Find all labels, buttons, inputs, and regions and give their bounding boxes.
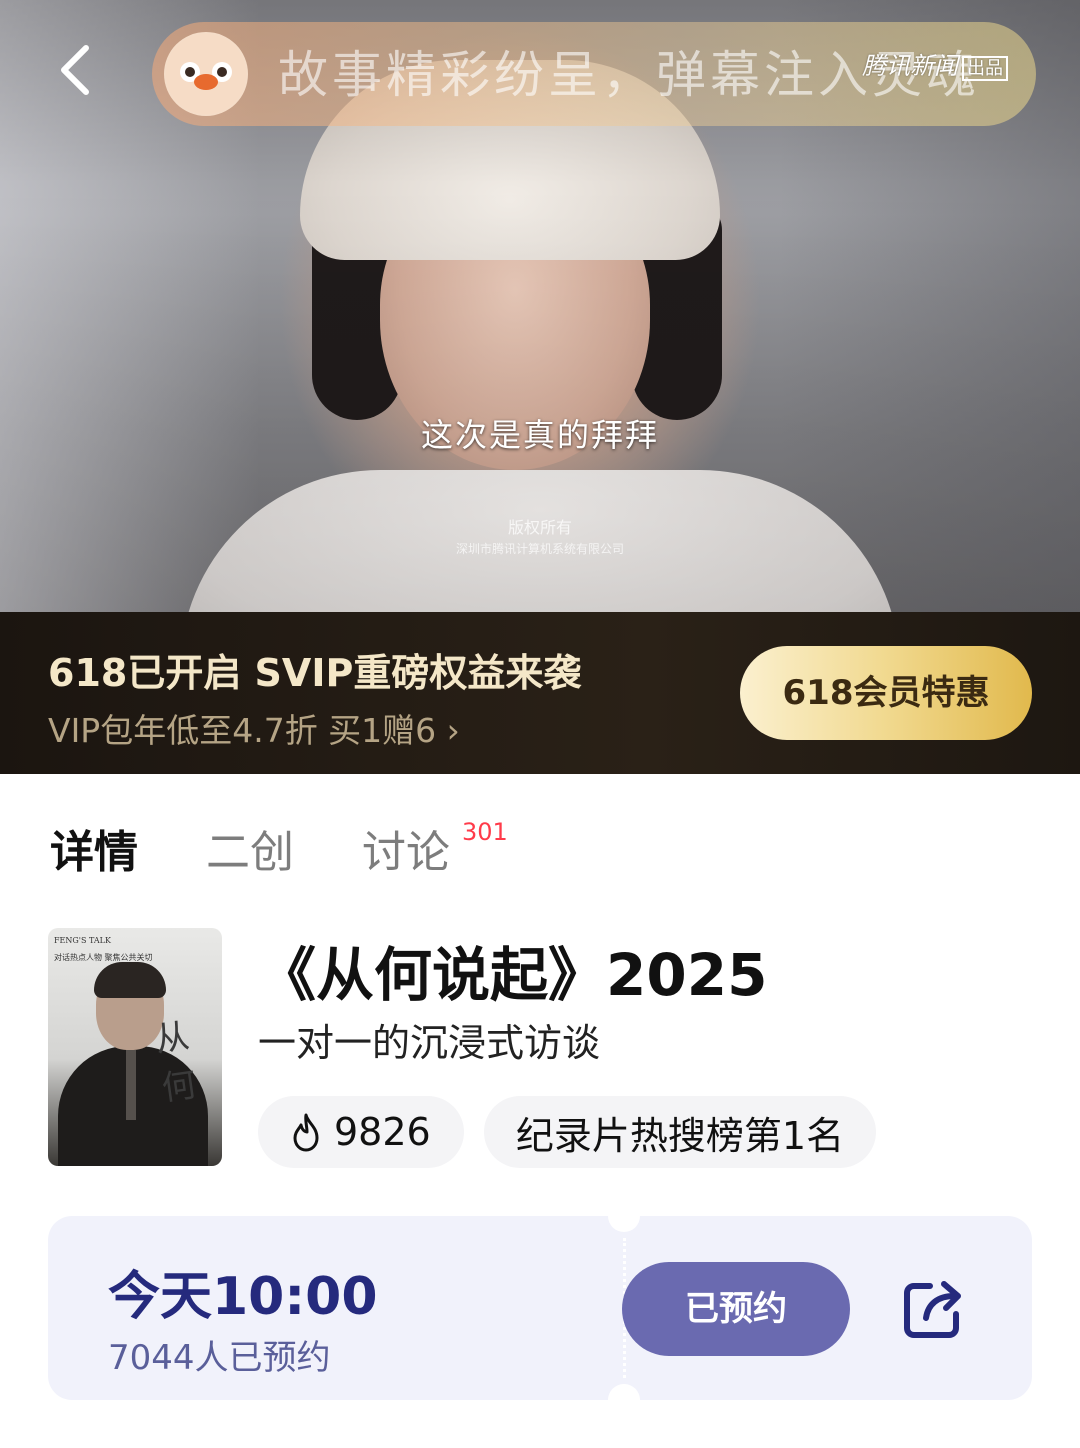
share-icon[interactable] <box>902 1278 966 1340</box>
show-description: 一对一的沉浸式访谈 <box>258 1021 601 1065</box>
reserved-button[interactable]: 已预约 <box>622 1262 850 1356</box>
discussion-count-badge: 301 <box>462 818 508 846</box>
show-poster[interactable]: FENG'S TALK 对话热点人物 聚焦公共关切 从何 <box>48 928 222 1166</box>
brand-badge: 出品 <box>962 56 1008 81</box>
tab-discussion[interactable]: 讨论 <box>362 816 450 880</box>
ticket-notch-top <box>608 1200 640 1232</box>
reservation-count: 7044人已预约 <box>108 1338 331 1378</box>
copyright-watermark: 版权所有 <box>507 518 572 537</box>
ranking-chip[interactable]: 纪录片热搜榜第1名 <box>484 1096 876 1168</box>
heat-chip[interactable]: 9826 <box>258 1096 464 1168</box>
copyright-company: 深圳市腾讯计算机系统有限公司 <box>455 542 624 556</box>
promo-subtitle-link[interactable]: VIP包年低至4.7折 买1赠6 › <box>48 704 460 752</box>
ticket-notch-bottom <box>608 1384 640 1416</box>
danmaku-mascot-icon <box>164 32 248 116</box>
flame-icon <box>293 1113 319 1152</box>
heat-value: 9826 <box>334 1110 431 1154</box>
poster-calligraphy: 从何 <box>152 1016 199 1109</box>
show-title: 《从何说起》2025 <box>258 941 768 1009</box>
promo-title: 618已开启 SVIP重磅权益来袭 <box>48 651 582 695</box>
air-time: 今天10:00 <box>108 1267 378 1327</box>
poster-figure-tie <box>126 1050 136 1120</box>
vip-discount-button[interactable]: 618会员特惠 <box>740 646 1032 740</box>
tab-details[interactable]: 详情 <box>50 816 138 880</box>
tab-remix[interactable]: 二创 <box>206 816 294 880</box>
poster-caption-en: FENG'S TALK <box>54 936 111 945</box>
video-subtitle: 这次是真的拜拜 <box>420 416 659 454</box>
poster-figure-hair <box>94 962 166 998</box>
brand-name: 腾讯新闻 <box>862 52 958 80</box>
back-arrow-icon[interactable] <box>52 40 100 100</box>
tencent-news-logo: 腾讯新闻 出品 <box>862 48 1008 84</box>
